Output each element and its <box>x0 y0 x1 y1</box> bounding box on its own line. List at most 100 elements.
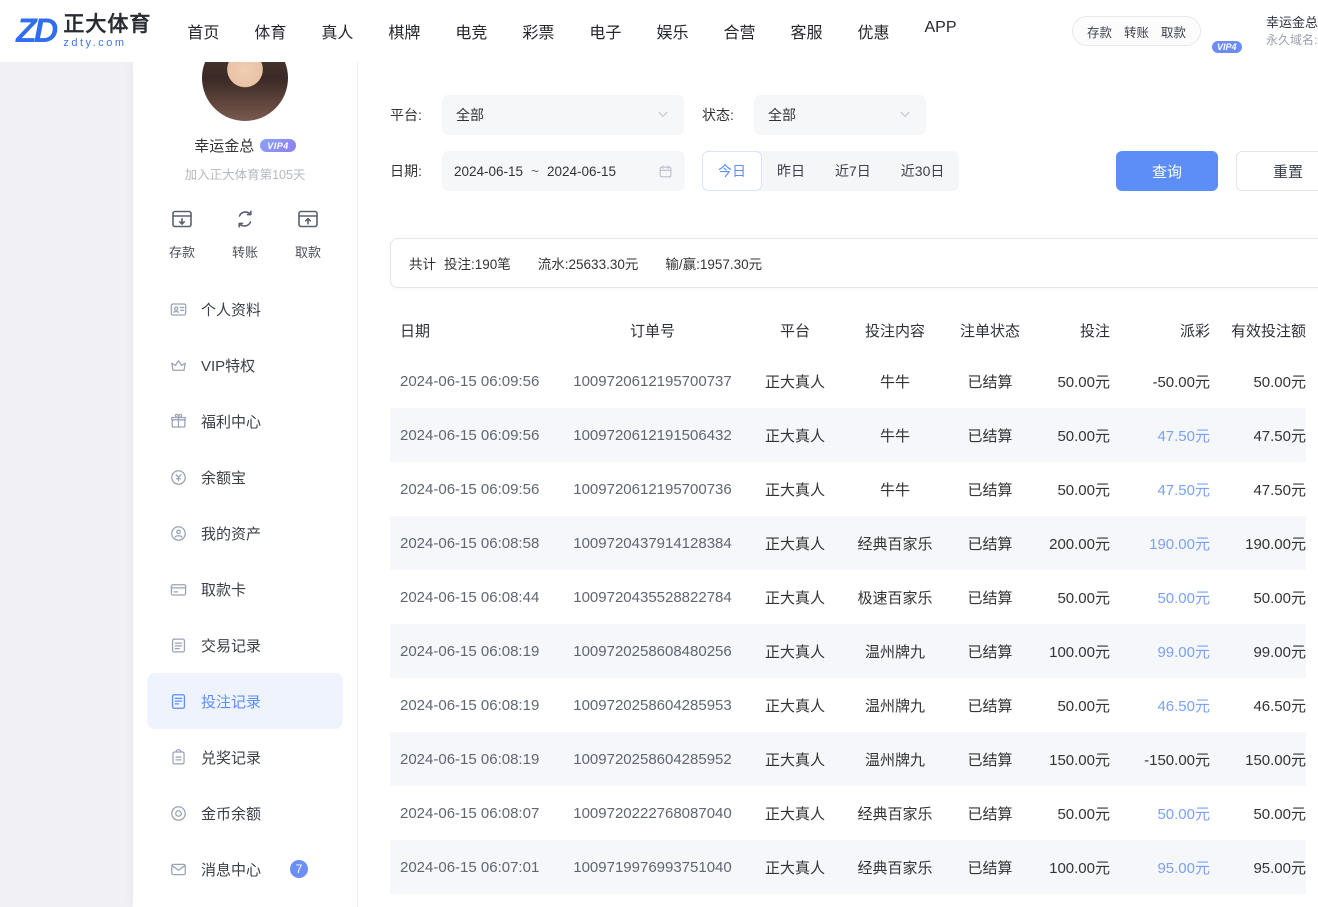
cell-order: 1009720258608480256 <box>560 643 745 660</box>
sidebar-item-vip[interactable]: VIP特权 <box>147 337 343 393</box>
avatar[interactable] <box>202 62 288 121</box>
nav-item-slots[interactable]: 电子 <box>589 19 621 43</box>
sidebar-item-feedback[interactable]: 意见反馈 <box>147 897 343 907</box>
cell-valid: 190.00元 <box>1210 533 1306 554</box>
sidebar-menu: 个人资料 VIP特权 福利中心 余额宝 我的资产 <box>133 281 357 907</box>
cell-date: 2024-06-15 06:07:01 <box>390 859 560 876</box>
transfer-button[interactable]: 转账 <box>232 207 258 261</box>
range-30days-button[interactable]: 近30日 <box>886 151 960 191</box>
cell-bet: 50.00元 <box>1035 803 1110 824</box>
nav-item-sports[interactable]: 体育 <box>254 19 286 43</box>
date-range-input[interactable]: 2024-06-15 ~ 2024-06-15 <box>442 151 685 191</box>
nav-item-lottery[interactable]: 彩票 <box>522 19 554 43</box>
sidebar-item-welfare-center[interactable]: 福利中心 <box>147 393 343 449</box>
cell-content: 温州牌九 <box>845 749 945 770</box>
nav-item-partnership[interactable]: 合营 <box>723 19 755 43</box>
deposit-label: 存款 <box>169 242 195 261</box>
bet-records-table: 日期 订单号 平台 投注内容 注单状态 投注 派彩 有效投注额 2024-06-… <box>390 306 1306 894</box>
sidebar-item-withdraw-card[interactable]: 取款卡 <box>147 561 343 617</box>
cell-payout: -150.00元 <box>1110 749 1210 770</box>
nav-item-app[interactable]: APP <box>925 19 957 43</box>
col-header-platform: 平台 <box>745 320 845 341</box>
sidebar-item-label: 取款卡 <box>201 579 246 600</box>
nav-item-board-games[interactable]: 棋牌 <box>388 19 420 43</box>
withdraw-button[interactable]: 取款 <box>295 207 321 261</box>
nav-item-esports[interactable]: 电竞 <box>455 19 487 43</box>
sidebar-item-profile[interactable]: 个人资料 <box>147 281 343 337</box>
header-user-name: 幸运金总 <box>1266 14 1318 32</box>
sidebar-item-transaction-records[interactable]: 交易记录 <box>147 617 343 673</box>
sidebar-item-message-center[interactable]: 消息中心 7 <box>147 841 343 897</box>
deposit-button[interactable]: 存款 <box>169 207 195 261</box>
nav-item-customer-service[interactable]: 客服 <box>790 19 822 43</box>
col-header-valid: 有效投注额 <box>1210 320 1306 341</box>
cell-payout: 46.50元 <box>1110 695 1210 716</box>
cell-payout: 95.00元 <box>1110 857 1210 878</box>
date-to-value: 2024-06-15 <box>547 164 616 179</box>
sidebar: 幸运金总 VIP4 加入正大体育第105天 存款 转账 取款 <box>133 62 358 907</box>
sidebar-item-label: 兑奖记录 <box>201 747 261 768</box>
table-row: 2024-06-15 06:08:58 1009720437914128384 … <box>390 516 1306 570</box>
sidebar-item-label: 消息中心 <box>201 859 261 880</box>
header-transfer-link[interactable]: 转账 <box>1124 22 1149 41</box>
brand-domain: zdty.com <box>63 37 151 49</box>
cell-platform: 正大真人 <box>745 371 845 392</box>
cell-valid: 99.00元 <box>1210 641 1306 662</box>
range-today-button[interactable]: 今日 <box>702 151 762 191</box>
cell-content: 温州牌九 <box>845 695 945 716</box>
sidebar-item-bet-records[interactable]: 投注记录 <box>147 673 343 729</box>
sidebar-item-coin-balance[interactable]: 金币余额 <box>147 785 343 841</box>
cell-order: 1009720258604285953 <box>560 697 745 714</box>
main-nav: 首页 体育 真人 棋牌 电竞 彩票 电子 娱乐 合营 客服 优惠 APP <box>187 19 956 43</box>
nav-item-home[interactable]: 首页 <box>187 19 219 43</box>
platform-filter-label: 平台: <box>390 105 434 125</box>
profile-name: 幸运金总 <box>194 135 254 156</box>
nav-item-promotions[interactable]: 优惠 <box>857 19 889 43</box>
cell-order: 1009720612191506432 <box>560 427 745 444</box>
platform-select[interactable]: 全部 <box>442 95 684 135</box>
cell-date: 2024-06-15 06:08:07 <box>390 805 560 822</box>
sidebar-item-my-assets[interactable]: 我的资产 <box>147 505 343 561</box>
date-from-value: 2024-06-15 <box>454 164 523 179</box>
brand-logo-mark: ZD <box>16 14 55 48</box>
reset-button[interactable]: 重置 <box>1236 151 1318 191</box>
table-header-row: 日期 订单号 平台 投注内容 注单状态 投注 派彩 有效投注额 <box>390 306 1306 354</box>
cell-bet: 50.00元 <box>1035 695 1110 716</box>
header-withdraw-link[interactable]: 取款 <box>1161 22 1186 41</box>
status-select[interactable]: 全部 <box>754 95 926 135</box>
cell-platform: 正大真人 <box>745 641 845 662</box>
nav-item-entertainment[interactable]: 娱乐 <box>656 19 688 43</box>
search-button[interactable]: 查询 <box>1116 151 1218 191</box>
sidebar-item-label: 余额宝 <box>201 467 246 488</box>
header-user[interactable]: VIP4 幸运金总 永久域名: <box>1219 12 1318 50</box>
table-row: 2024-06-15 06:09:56 1009720612191506432 … <box>390 408 1306 462</box>
header-deposit-link[interactable]: 存款 <box>1087 22 1112 41</box>
summary-winloss: 输/赢:1957.30元 <box>665 253 762 273</box>
col-header-payout: 派彩 <box>1110 320 1210 341</box>
cell-content: 牛牛 <box>845 371 945 392</box>
cell-bet: 200.00元 <box>1035 533 1110 554</box>
table-row: 2024-06-15 06:09:56 1009720612195700737 … <box>390 354 1306 408</box>
cell-content: 经典百家乐 <box>845 857 945 878</box>
date-filter-label: 日期: <box>390 161 434 181</box>
brand-logo[interactable]: ZD 正大体育 zdty.com <box>16 13 151 48</box>
sidebar-item-label: 交易记录 <box>201 635 261 656</box>
redeem-icon <box>169 748 188 767</box>
col-header-status: 注单状态 <box>945 320 1035 341</box>
sidebar-item-yuebao[interactable]: 余额宝 <box>147 449 343 505</box>
cell-status: 已结算 <box>945 533 1035 554</box>
main-content: 平台: 全部 状态: 全部 日期: 2024-06-15 ~ 2024-06-1… <box>358 62 1318 907</box>
cell-valid: 150.00元 <box>1210 749 1306 770</box>
cell-bet: 100.00元 <box>1035 857 1110 878</box>
cell-order: 1009720437914128384 <box>560 535 745 552</box>
nav-item-live-casino[interactable]: 真人 <box>321 19 353 43</box>
cell-status: 已结算 <box>945 803 1035 824</box>
table-row: 2024-06-15 06:08:07 1009720222768087040 … <box>390 786 1306 840</box>
cell-platform: 正大真人 <box>745 425 845 446</box>
table-row: 2024-06-15 06:09:56 1009720612195700736 … <box>390 462 1306 516</box>
cell-bet: 150.00元 <box>1035 749 1110 770</box>
range-7days-button[interactable]: 近7日 <box>820 151 886 191</box>
calendar-icon <box>658 164 673 179</box>
sidebar-item-redeem-records[interactable]: 兑奖记录 <box>147 729 343 785</box>
range-yesterday-button[interactable]: 昨日 <box>762 151 820 191</box>
